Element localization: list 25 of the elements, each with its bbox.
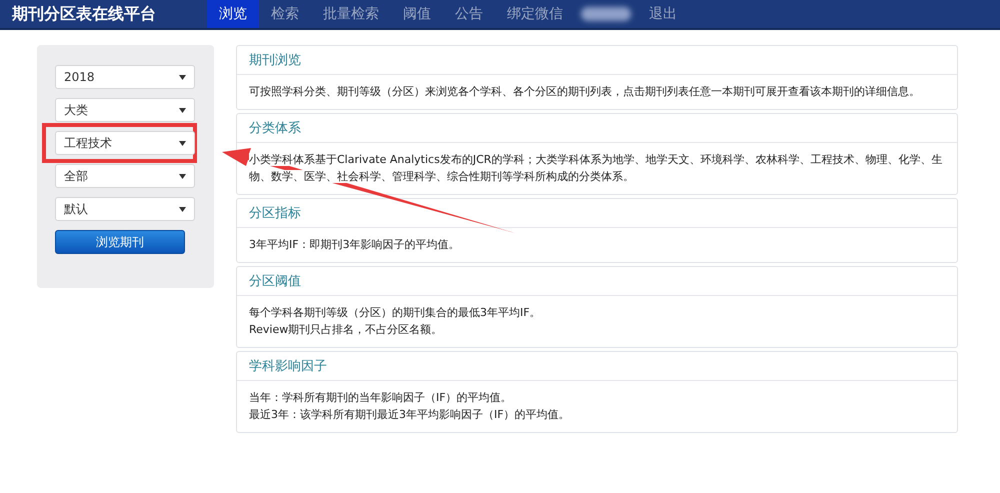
blurred-username	[581, 7, 631, 21]
dropdown[interactable]: 工程技术	[55, 131, 195, 155]
caret-icon	[179, 108, 186, 112]
nav-tab[interactable]: 绑定微信	[495, 0, 575, 28]
card-title: 学科影响因子	[249, 358, 327, 375]
dropdown[interactable]: 2018	[55, 65, 195, 89]
card-title: 分区指标	[249, 205, 301, 222]
card-title: 分类体系	[249, 120, 301, 137]
caret-icon	[179, 206, 186, 212]
site-title[interactable]: 期刊分区表在线平台	[0, 0, 207, 28]
nav-tab[interactable]: 阈值	[391, 0, 443, 28]
dropdown[interactable]: 全部	[55, 164, 195, 188]
nav-tab[interactable]: 公告	[443, 0, 495, 28]
nav-tab[interactable]: 批量检索	[311, 0, 391, 28]
browse-button[interactable]: 浏览期刊	[55, 230, 185, 254]
card-title: 分区阈值	[249, 273, 301, 290]
caret-icon	[179, 140, 186, 146]
caret-icon	[179, 174, 186, 178]
dropdown[interactable]: 大类	[55, 98, 195, 122]
card-title: 期刊浏览	[249, 52, 301, 69]
nav-tab[interactable]: 退出	[637, 0, 689, 28]
dropdown[interactable]: 默认	[55, 197, 195, 221]
caret-icon	[179, 74, 186, 80]
nav-tab[interactable]: 浏览	[207, 0, 259, 28]
nav-tab[interactable]: 检索	[259, 0, 311, 28]
